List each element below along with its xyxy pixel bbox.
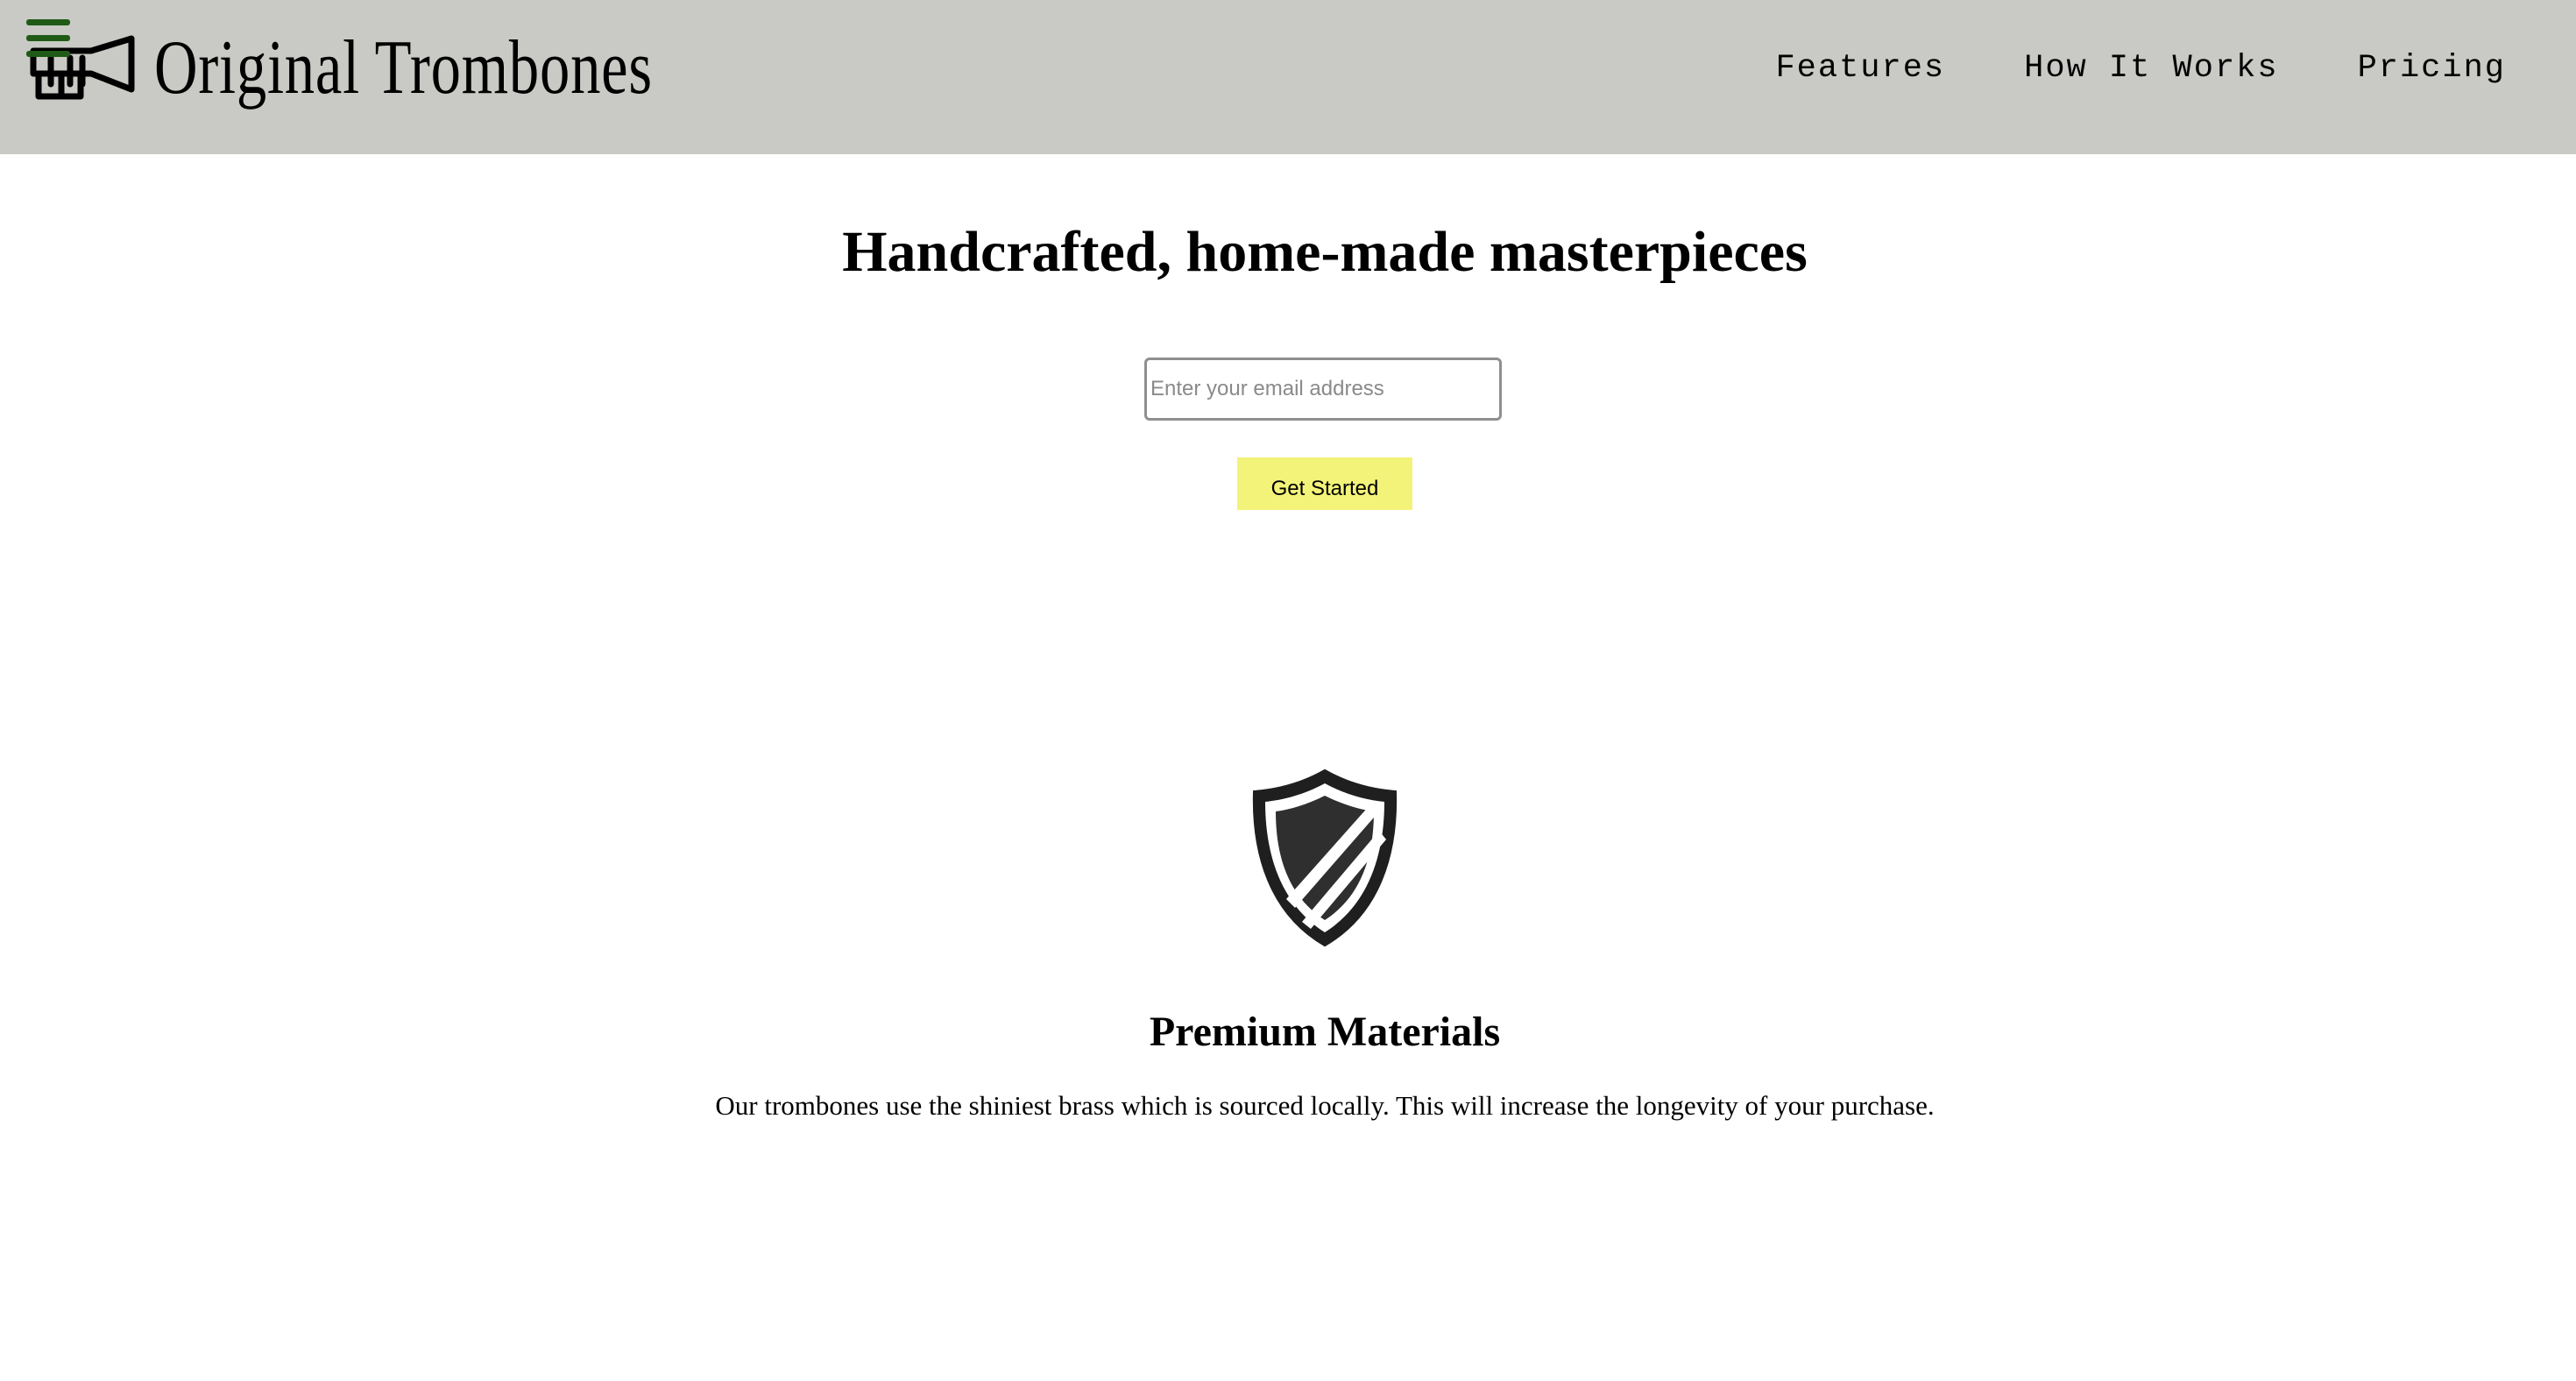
site-logo-text[interactable]: Original Trombones [154,25,653,112]
hero-title: Handcrafted, home-made masterpieces [842,220,1808,284]
feature-description: Our trombones use the shiniest brass whi… [715,1090,1935,1121]
nav-link-pricing[interactable]: Pricing [2358,49,2506,88]
email-input[interactable] [1144,358,1502,421]
feature-title: Premium Materials [1149,1009,1501,1055]
site-header: Original Trombones Features How It Works… [0,0,2576,154]
nav-link-features[interactable]: Features [1775,49,1945,88]
hamburger-menu-icon[interactable] [26,19,70,58]
nav-link-how-it-works[interactable]: How It Works [2024,49,2278,88]
main-nav: Features How It Works Pricing [1696,49,2506,88]
shield-icon [1248,766,1402,950]
get-started-button[interactable]: Get Started [1237,457,1412,510]
